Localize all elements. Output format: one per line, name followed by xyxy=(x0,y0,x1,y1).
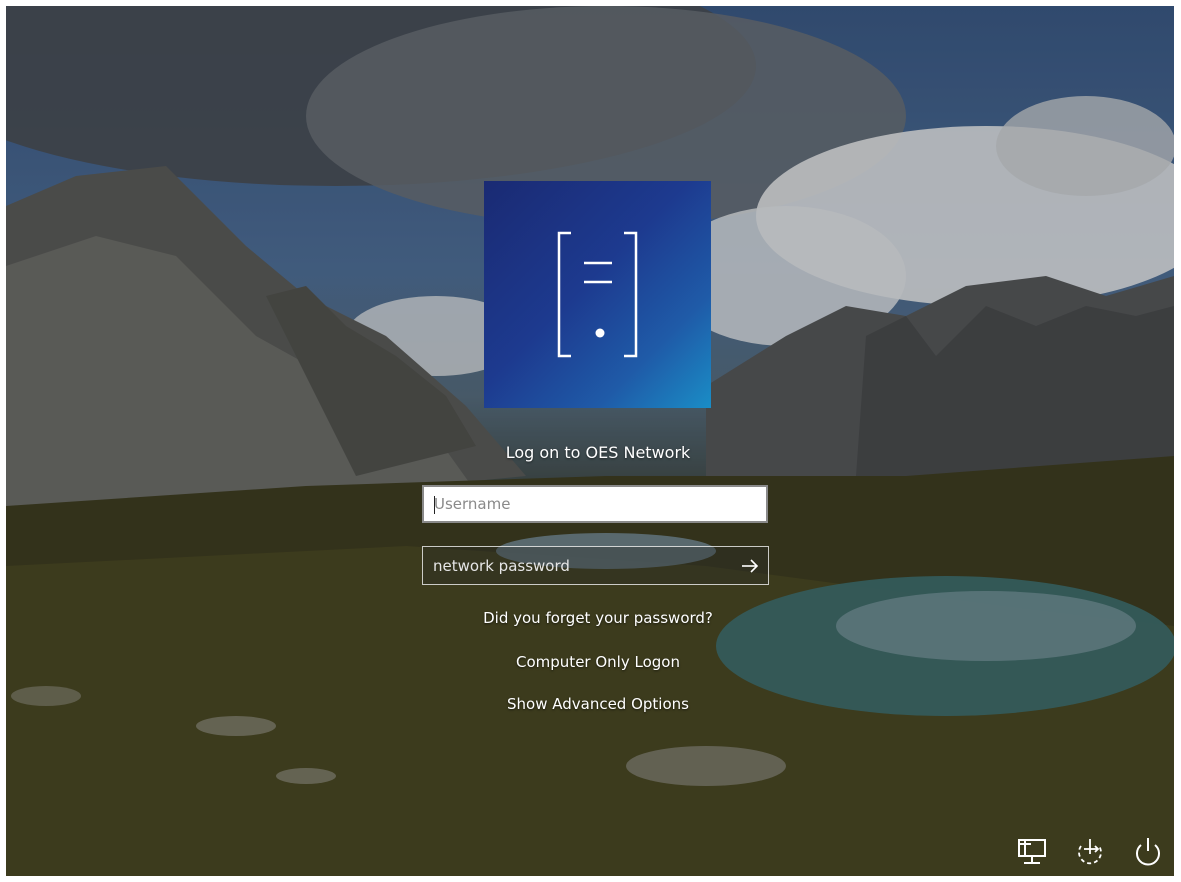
network-icon xyxy=(1018,839,1046,864)
power-icon xyxy=(1136,838,1160,866)
network-button[interactable] xyxy=(1014,834,1050,870)
ease-of-access-icon xyxy=(1078,839,1102,865)
background-dim-overlay xyxy=(6,6,1174,876)
ease-of-access-button[interactable] xyxy=(1072,834,1108,870)
arrow-right-icon xyxy=(741,558,758,573)
power-button[interactable] xyxy=(1130,834,1166,870)
show-advanced-options-link[interactable]: Show Advanced Options xyxy=(384,695,812,713)
server-tower-icon xyxy=(557,231,638,358)
forgot-password-link[interactable]: Did you forget your password? xyxy=(384,609,812,627)
account-tile xyxy=(484,181,711,408)
password-field-container xyxy=(422,546,769,585)
username-input[interactable] xyxy=(422,485,768,523)
computer-only-logon-link[interactable]: Computer Only Logon xyxy=(384,653,812,671)
submit-button[interactable] xyxy=(731,547,768,584)
text-caret xyxy=(434,496,435,514)
lock-screen: Log on to OES Network Did you forget you… xyxy=(6,6,1174,876)
logon-title: Log on to OES Network xyxy=(505,443,691,462)
password-input[interactable] xyxy=(423,547,733,584)
